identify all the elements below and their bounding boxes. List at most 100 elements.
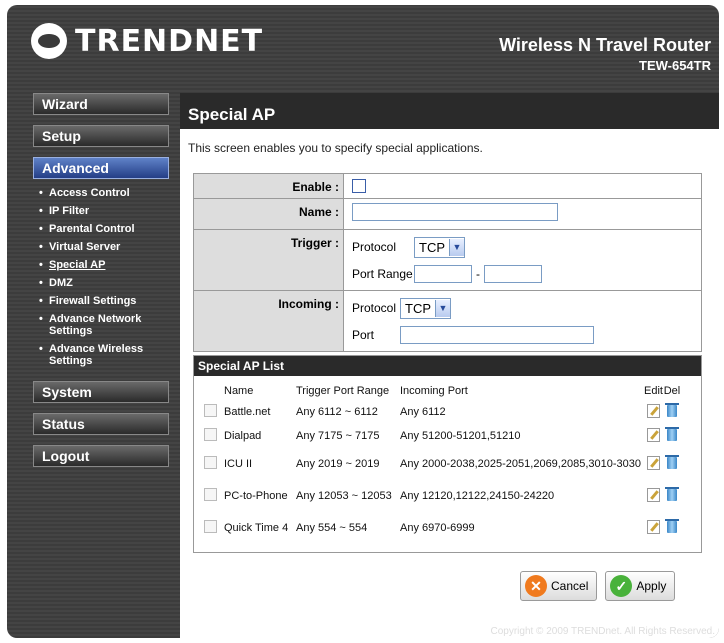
apply-button[interactable]: ✓ Apply: [605, 571, 676, 601]
title-bar: Special AP: [180, 93, 719, 129]
table-row: Battle.net Any 6112 ~ 6112 Any 6112: [194, 400, 701, 424]
row-trigger: Any 2019 ~ 2019: [296, 458, 380, 470]
trash-icon[interactable]: [665, 454, 679, 469]
table-row: Quick Time 4 Any 554 ~ 554 Any 6970-6999: [194, 512, 701, 544]
trigger-row: Trigger : Protocol TCP ▼ Port Range -: [194, 230, 701, 291]
header: TRENDNET Wireless N Travel Router TEW-65…: [7, 5, 719, 85]
col-del: Del: [663, 385, 681, 397]
name-label: Name :: [194, 199, 344, 229]
menu-status[interactable]: Status: [33, 413, 169, 435]
cancel-x-icon: ✕: [525, 575, 547, 597]
col-edit: Edit: [644, 385, 663, 397]
incoming-protocol-select[interactable]: TCP ▼: [400, 297, 451, 319]
table-row: ICU II Any 2019 ~ 2019 Any 2000-2038,202…: [194, 448, 701, 480]
row-incoming: Any 6970-6999: [400, 522, 475, 534]
enable-label: Enable :: [194, 174, 344, 198]
edit-icon[interactable]: [646, 427, 660, 442]
apply-label: Apply: [636, 579, 667, 593]
col-name: Name: [224, 385, 254, 397]
page-title: Special AP: [188, 105, 276, 124]
list-title: Special AP List: [194, 356, 701, 376]
trash-icon[interactable]: [665, 402, 679, 417]
submenu-advance-network-settings[interactable]: • Advance Network Settings: [33, 311, 169, 341]
submenu-dmz[interactable]: • DMZ: [33, 275, 169, 293]
row-checkbox[interactable]: [204, 456, 217, 469]
incoming-label: Incoming :: [194, 291, 344, 351]
product-model: TEW-654TR: [639, 58, 711, 73]
edit-icon[interactable]: [646, 487, 660, 502]
page-intro: This screen enables you to specify speci…: [188, 141, 483, 155]
chevron-down-icon: ▼: [449, 238, 464, 256]
router-frame: TRENDNET Wireless N Travel Router TEW-65…: [7, 5, 719, 638]
port-range-separator: -: [476, 267, 480, 281]
submenu-firewall-settings[interactable]: • Firewall Settings: [33, 293, 169, 311]
edit-icon[interactable]: [646, 519, 660, 534]
product-name: Wireless N Travel Router: [499, 35, 711, 55]
content-panel: Special AP This screen enables you to sp…: [180, 93, 719, 638]
row-trigger: Any 554 ~ 554: [296, 522, 368, 534]
col-trigger: Trigger Port Range: [296, 385, 390, 397]
copyright-text: Copyright © 2009 TRENDnet. All Rights Re…: [490, 626, 715, 637]
sidebar: Wizard Setup Advanced • Access Control • I…: [33, 93, 169, 477]
incoming-protocol-label: Protocol: [352, 301, 397, 315]
menu-logout[interactable]: Logout: [33, 445, 169, 467]
special-ap-list: Special AP List Name Trigger Port Range …: [193, 355, 702, 553]
submenu-access-control[interactable]: • Access Control: [33, 185, 169, 203]
row-checkbox[interactable]: [204, 488, 217, 501]
name-input[interactable]: [352, 203, 558, 221]
col-incoming: Incoming Port: [400, 385, 468, 397]
trash-icon[interactable]: [665, 518, 679, 533]
footer: Copyright © 2009 TRENDnet. All Rights Re…: [180, 626, 719, 638]
name-row: Name :: [194, 199, 701, 230]
row-name: ICU II: [224, 458, 253, 470]
trigger-port-from-input[interactable]: [414, 265, 472, 283]
submenu-special-ap[interactable]: • Special AP: [33, 257, 169, 275]
menu-advanced[interactable]: Advanced: [33, 157, 169, 179]
submenu-ip-filter[interactable]: • IP Filter: [33, 203, 169, 221]
table-row: Dialpad Any 7175 ~ 7175 Any 51200-51201,…: [194, 424, 701, 448]
brand-logo: TRENDNET: [31, 23, 263, 59]
incoming-port-input[interactable]: [400, 326, 594, 344]
row-name: Battle.net: [224, 406, 271, 418]
trigger-port-range-label: Port Range: [352, 267, 413, 281]
menu-system[interactable]: System: [33, 381, 169, 403]
row-checkbox[interactable]: [204, 404, 217, 417]
cancel-label: Cancel: [551, 579, 589, 593]
special-ap-form: Enable : Name : Trigger : Protocol TCP ▼ …: [193, 173, 702, 352]
enable-row: Enable :: [194, 174, 701, 199]
logo-text: TRENDNET: [75, 23, 264, 59]
row-name: PC-to-Phone: [224, 490, 288, 502]
trendnet-logo-icon: [31, 23, 67, 59]
cancel-button[interactable]: ✕ Cancel: [520, 571, 598, 601]
checkmark-icon: ✓: [610, 575, 633, 597]
incoming-port-label: Port: [352, 328, 375, 342]
incoming-row: Incoming : Protocol TCP ▼ Port: [194, 291, 701, 351]
row-name: Dialpad: [224, 430, 262, 442]
trigger-protocol-select[interactable]: TCP ▼: [414, 236, 465, 258]
menu-wizard[interactable]: Wizard: [33, 93, 169, 115]
row-checkbox[interactable]: [204, 428, 217, 441]
edit-icon[interactable]: [646, 455, 660, 470]
enable-checkbox[interactable]: [352, 178, 366, 193]
table-row: PC-to-Phone Any 12053 ~ 12053 Any 12120,…: [194, 480, 701, 512]
action-buttons: ✕ Cancel ✓ Apply: [520, 571, 676, 601]
product-info: Wireless N Travel Router TEW-654TR: [499, 35, 711, 73]
trigger-port-to-input[interactable]: [484, 265, 542, 283]
row-incoming: Any 6112: [400, 406, 446, 418]
submenu-virtual-server[interactable]: • Virtual Server: [33, 239, 169, 257]
edit-icon[interactable]: [646, 403, 660, 418]
trash-icon[interactable]: [665, 426, 679, 441]
row-trigger: Any 7175 ~ 7175: [296, 430, 380, 442]
trigger-label: Trigger :: [194, 230, 344, 290]
trash-icon[interactable]: [665, 486, 679, 501]
chevron-down-icon: ▼: [435, 299, 450, 317]
row-incoming: Any 2000-2038,2025-2051,2069,2085,3010-3…: [400, 458, 641, 470]
submenu-parental-control[interactable]: • Parental Control: [33, 221, 169, 239]
row-checkbox[interactable]: [204, 520, 217, 533]
list-header-row: Name Trigger Port Range Incoming Port Ed…: [194, 382, 701, 400]
submenu-advance-wireless-settings[interactable]: • Advance Wireless Settings: [33, 341, 169, 371]
row-incoming: Any 12120,12122,24150-24220: [400, 490, 555, 502]
menu-setup[interactable]: Setup: [33, 125, 169, 147]
advanced-submenu: • Access Control • IP Filter • Parental Con…: [33, 185, 169, 371]
row-incoming: Any 51200-51201,51210: [400, 430, 521, 442]
